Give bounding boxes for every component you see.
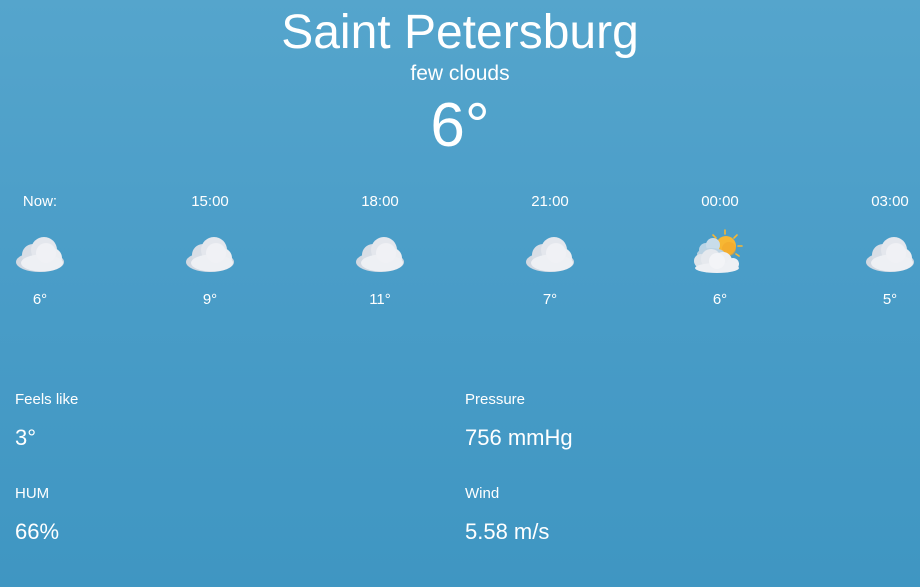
feels-like-value: 3°	[15, 425, 37, 450]
forecast-item: 03:00 5°	[850, 188, 920, 310]
partly-cloudy-sun-icon	[693, 229, 743, 274]
forecast-time: 21:00	[531, 193, 569, 210]
feels-like-label: Feels like	[15, 391, 79, 408]
hourly-forecast: Now: 6° 15:00 9° 18:00 11° 21:00 7° 00:0…	[0, 188, 920, 328]
weather-app: { "city": "Saint Petersburg", "descripti…	[0, 0, 920, 587]
forecast-time: Now:	[22, 193, 58, 210]
forecast-item: Now: 6°	[0, 188, 80, 310]
forecast-item: 15:00 9°	[170, 188, 250, 310]
wind-value: 5.58 m/s	[465, 519, 550, 544]
forecast-item: 00:00 6°	[680, 188, 760, 310]
forecast-temp: 9°	[202, 291, 218, 308]
city-name: Saint Petersburg	[281, 6, 639, 59]
humidity-detail: HUM 66%	[15, 480, 315, 545]
forecast-item: 18:00 11°	[340, 188, 420, 310]
pressure-label: Pressure	[465, 391, 526, 408]
forecast-temp: 7°	[542, 291, 558, 308]
forecast-temp: 5°	[882, 291, 898, 308]
humidity-label: HUM	[15, 485, 50, 502]
forecast-item: 21:00 7°	[510, 188, 590, 310]
wind-detail: Wind 5.58 m/s	[465, 480, 765, 545]
forecast-time: 18:00	[361, 193, 399, 210]
weather-details: Feels like 3° Pressure 756 mmHg HUM 66% …	[0, 386, 920, 566]
cloud-icon	[16, 237, 64, 272]
forecast-temp: 6°	[712, 291, 728, 308]
pressure-detail: Pressure 756 mmHg	[465, 386, 765, 451]
humidity-value: 66%	[15, 519, 60, 544]
cloud-icon	[186, 237, 234, 272]
forecast-time: 03:00	[871, 193, 909, 210]
wind-label: Wind	[465, 485, 500, 502]
forecast-time: 00:00	[701, 193, 739, 210]
forecast-time: 15:00	[191, 193, 229, 210]
feels-like-detail: Feels like 3°	[15, 386, 315, 451]
cloud-icon	[526, 237, 574, 272]
cloud-icon	[866, 237, 914, 272]
cloud-icon	[356, 237, 404, 272]
pressure-value: 756 mmHg	[465, 425, 573, 450]
forecast-temp: 6°	[32, 291, 48, 308]
current-temperature: 6°	[430, 91, 490, 160]
weather-description: few clouds	[410, 62, 510, 85]
forecast-temp: 11°	[369, 291, 391, 308]
